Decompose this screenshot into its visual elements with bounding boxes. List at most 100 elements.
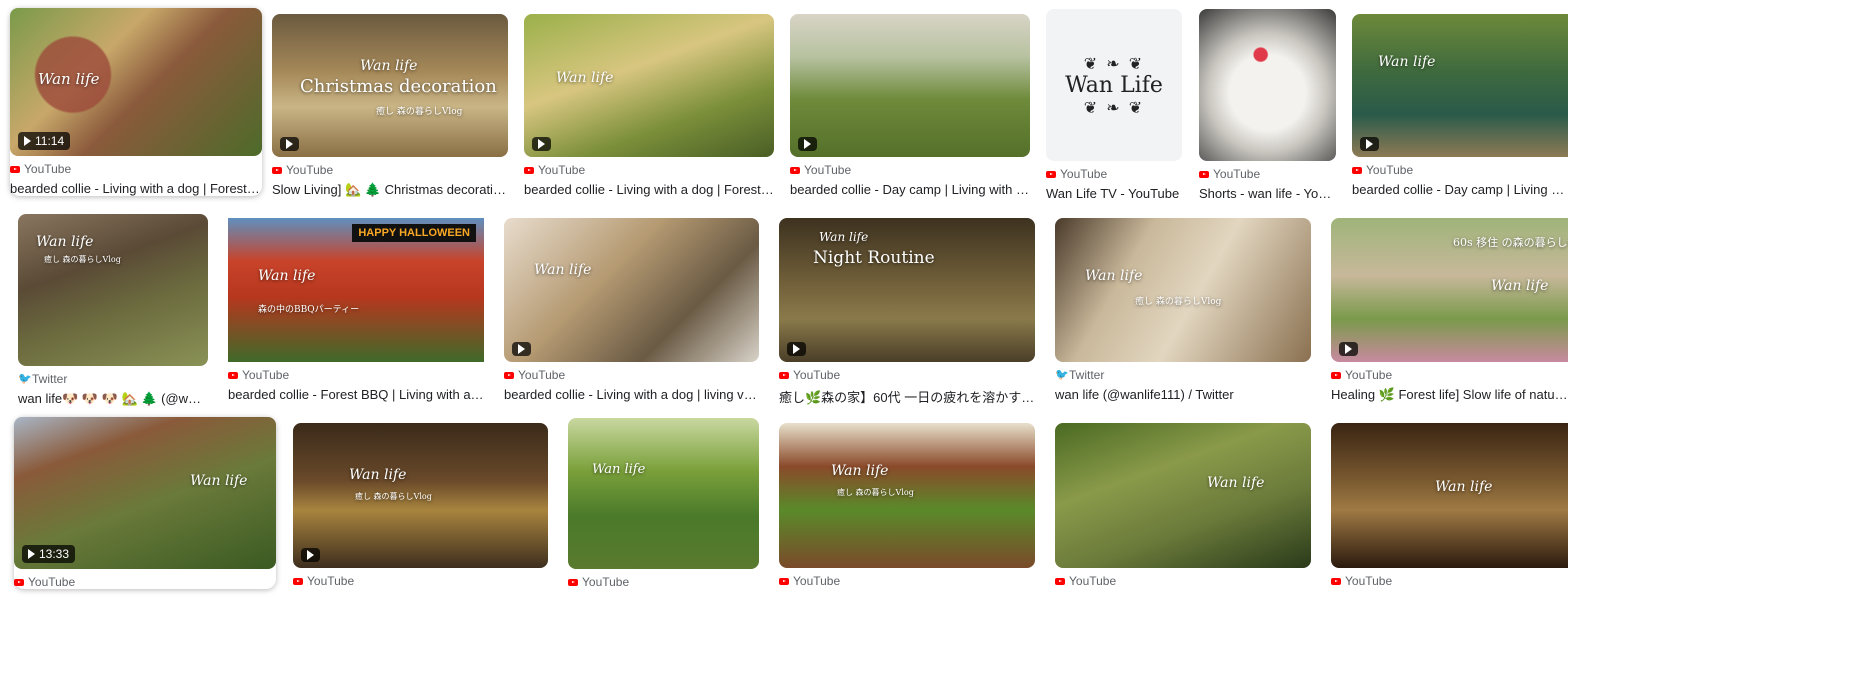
image-result-card[interactable]: Wan life Christmas decoration 癒し 森の暮らしVl… [272,14,508,198]
source-label[interactable]: 🐦 Twitter [1055,368,1311,382]
thumbnail[interactable]: HAPPY HALLOWEEN Wan life 森の中のBBQパーティー [228,218,484,362]
result-title[interactable]: bearded collie - Living with a dog | For… [524,182,774,197]
result-title[interactable]: bearded collie - Living with a dog | liv… [504,387,759,402]
overlay-subtitle: Night Routine [813,248,935,268]
result-title[interactable]: Slow Living] 🏡 🌲 Christmas decoration wi… [272,182,508,198]
overlay-title: Wan life [1085,268,1143,284]
thumbnail[interactable]: Wan life [568,418,759,569]
image-result-card[interactable]: 60s 移住 の森の暮らしvlog Wan life YouTube Heali… [1331,218,1568,403]
thumbnail[interactable]: Wan life [1331,423,1568,568]
result-title[interactable]: bearded collie - Living with a dog | For… [10,181,262,196]
result-title[interactable]: Wan Life TV - YouTube [1046,186,1182,201]
duration-badge: 11:14 [18,132,71,150]
source-label[interactable]: YouTube [568,575,759,589]
source-label[interactable]: YouTube [10,162,262,176]
image-result-card[interactable]: ❦ ❧ ❦ Wan Life ❦ ❧ ❦ YouTube Wan Life TV… [1046,9,1182,201]
image-result-card[interactable]: YouTube Shorts - wan life - YouTu... [1199,9,1336,201]
youtube-icon [1055,577,1065,585]
play-icon [28,549,35,559]
result-title[interactable]: Healing 🌿 Forest life] Slow life of natu… [1331,387,1568,403]
thumbnail[interactable]: Wan life [524,14,774,157]
overlay-title: Wan life [190,473,248,489]
image-result-card[interactable]: Wan life YouTube [568,418,759,589]
thumbnail[interactable]: Wan life 癒し 森の暮らしVlog [18,214,208,366]
image-result-card[interactable]: Wan life 13:33 YouTube [14,417,276,589]
thumbnail[interactable]: Wan life 癒し 森の暮らしVlog [779,423,1035,568]
image-result-card[interactable]: Wan life 11:14 YouTube bearded collie - … [10,8,262,196]
source-label[interactable]: YouTube [524,163,774,177]
thumbnail[interactable]: Wan life 癒し 森の暮らしVlog [1055,218,1311,362]
image-result-card[interactable]: Wan life 癒し 森の暮らしVlog 🐦 Twitter wan life … [1055,218,1311,402]
source-label[interactable]: YouTube [1199,167,1336,181]
source-label[interactable]: YouTube [779,368,1035,382]
result-title[interactable]: Shorts - wan life - YouTu... [1199,186,1336,201]
image-result-card[interactable]: Wan life YouTube [1331,423,1568,588]
source-label[interactable]: YouTube [293,574,548,588]
image-result-card[interactable]: Wan life Night Routine YouTube 癒し🌿森の家】60… [779,218,1035,406]
ornament-icon: ❦ ❧ ❦ [1083,97,1145,117]
result-title[interactable]: bearded collie - Day camp | Living with … [1352,182,1568,197]
source-label[interactable]: YouTube [1331,368,1568,382]
youtube-icon [1331,371,1341,379]
thumbnail[interactable]: Wan life [1055,423,1311,568]
source-label[interactable]: YouTube [14,575,276,589]
source-label[interactable]: YouTube [1046,167,1182,181]
play-badge [1360,137,1379,151]
thumbnail[interactable]: Wan life 13:33 [14,417,276,569]
result-title[interactable]: bearded collie - Forest BBQ | Living wit… [228,387,484,402]
play-badge [512,342,531,356]
youtube-icon [779,577,789,585]
overlay-title: Wan life [360,58,418,74]
overlay-title: Wan life [819,230,869,244]
image-result-card[interactable]: YouTube bearded collie - Day camp | Livi… [790,14,1030,197]
image-result-card[interactable]: Wan life YouTube bearded collie - Living… [524,14,774,197]
youtube-icon [10,165,20,173]
source-label[interactable]: YouTube [1331,574,1568,588]
thumbnail[interactable]: ❦ ❧ ❦ Wan Life ❦ ❧ ❦ [1046,9,1182,161]
thumbnail[interactable]: 60s 移住 の森の暮らしvlog Wan life [1331,218,1568,362]
overlay-title: Wan life [258,268,316,284]
play-badge [301,548,320,562]
play-badge [798,137,817,151]
thumbnail[interactable]: Wan life Christmas decoration 癒し 森の暮らしVl… [272,14,508,157]
source-label[interactable]: YouTube [1352,163,1568,177]
source-label[interactable]: YouTube [228,368,484,382]
source-label[interactable]: YouTube [272,163,508,177]
image-result-card[interactable]: Wan life YouTube bearded collie - Day ca… [1352,14,1568,197]
result-title[interactable]: wan life (@wanlife111) / Twitter [1055,387,1311,402]
source-label[interactable]: YouTube [504,368,759,382]
source-label[interactable]: YouTube [1055,574,1311,588]
thumbnail[interactable]: Wan life [1352,14,1568,157]
thumbnail[interactable]: Wan life Night Routine [779,218,1035,362]
image-result-card[interactable]: HAPPY HALLOWEEN Wan life 森の中のBBQパーティー Yo… [228,218,484,402]
youtube-icon [504,371,514,379]
image-result-card[interactable]: Wan life YouTube bearded collie - Living… [504,218,759,402]
youtube-icon [1352,166,1362,174]
result-title[interactable]: bearded collie - Day camp | Living with … [790,182,1030,197]
thumbnail[interactable] [790,14,1030,157]
image-result-card[interactable]: Wan life YouTube [1055,423,1311,588]
play-icon [804,139,811,149]
play-badge [1339,342,1358,356]
thumbnail[interactable] [1199,9,1336,161]
source-label[interactable]: YouTube [790,163,1030,177]
wan-life-logo: ❦ ❧ ❦ Wan Life ❦ ❧ ❦ [1065,53,1163,117]
result-title[interactable]: 癒し🌿森の家】60代 一日の疲れを溶かすBGM v... [779,387,1035,406]
result-title[interactable]: wan life🐶 🐶 🐶 🏡 🌲 (@wanlife1... [18,391,208,407]
image-result-card[interactable]: Wan life 癒し 森の暮らしVlog YouTube [779,423,1035,588]
youtube-icon [568,578,578,586]
overlay-caption: 癒し 森の暮らしVlog [837,488,914,497]
duration-badge: 13:33 [22,545,76,563]
thumbnail[interactable]: Wan life [504,218,759,362]
youtube-icon [524,166,534,174]
ornament-icon: ❦ ❧ ❦ [1083,53,1145,73]
youtube-icon [228,371,238,379]
image-result-card[interactable]: Wan life 癒し 森の暮らしVlog YouTube [293,423,548,588]
source-label[interactable]: YouTube [779,574,1035,588]
image-result-card[interactable]: Wan life 癒し 森の暮らしVlog 🐦 Twitter wan life🐶… [18,214,208,407]
source-label[interactable]: 🐦 Twitter [18,372,208,386]
thumbnail[interactable]: Wan life 癒し 森の暮らしVlog [293,423,548,568]
youtube-icon [779,371,789,379]
thumbnail[interactable]: Wan life 11:14 [10,8,262,156]
twitter-icon: 🐦 [18,372,32,385]
